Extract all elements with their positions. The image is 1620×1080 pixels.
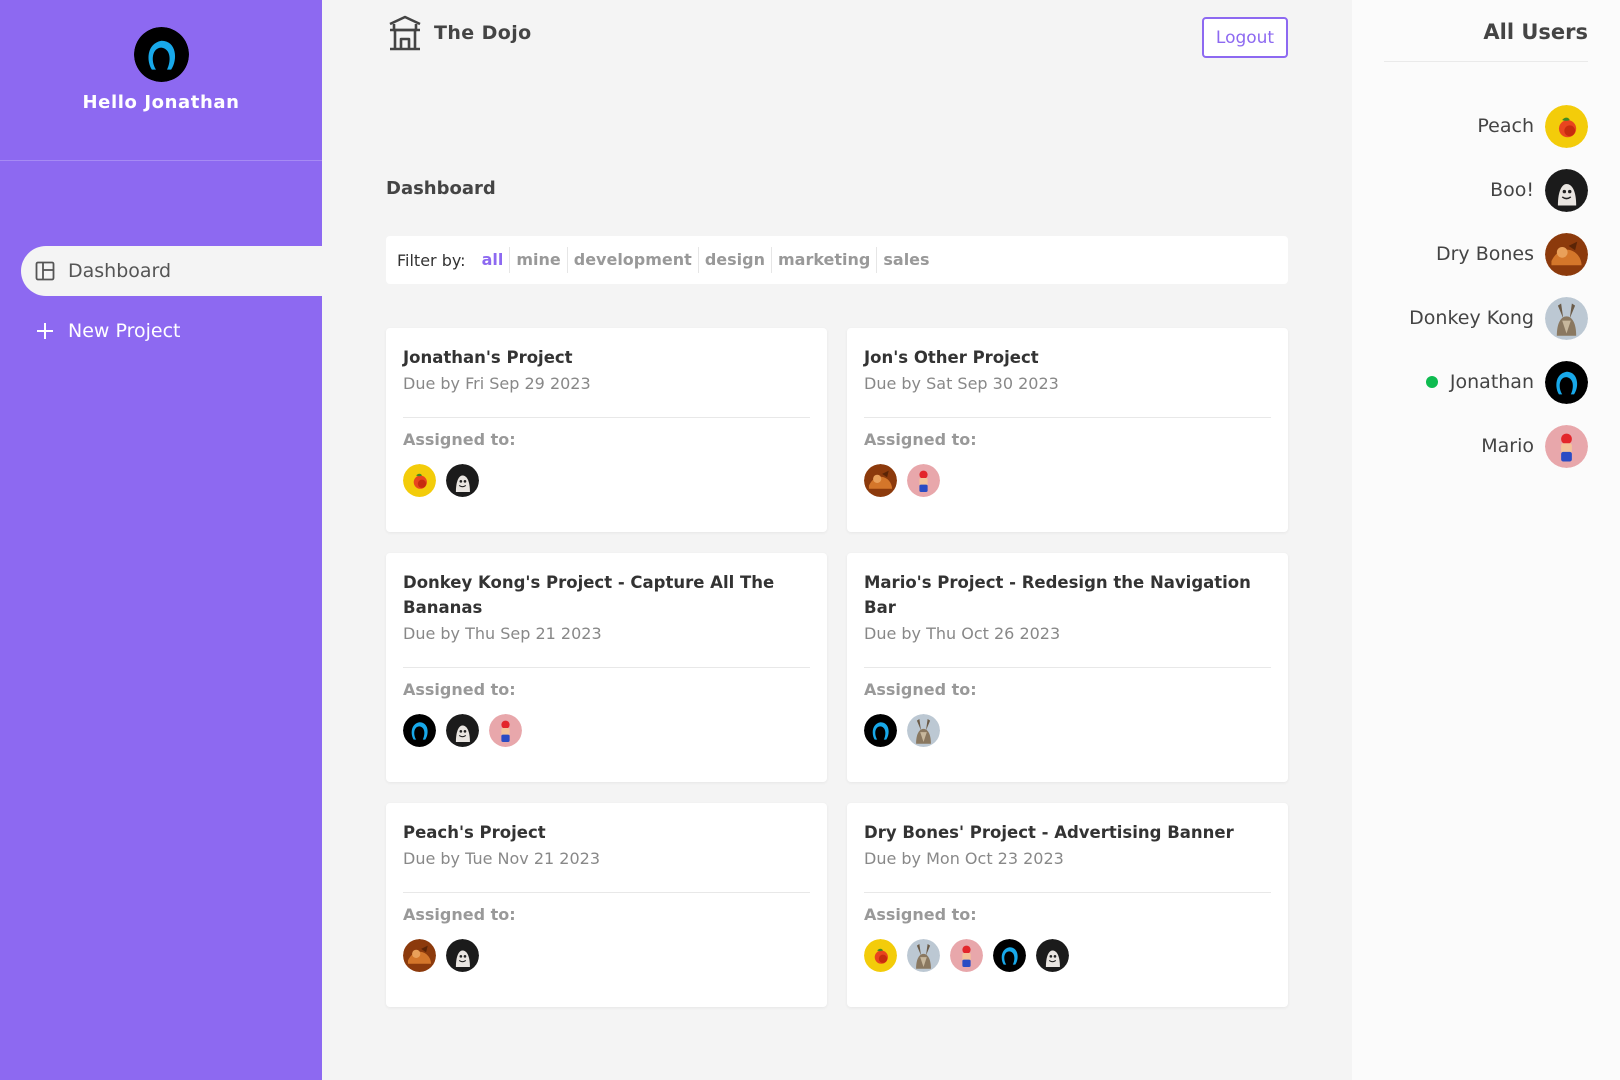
project-card[interactable]: Mario's Project - Redesign the Navigatio… <box>847 553 1288 782</box>
nav-dashboard-label: Dashboard <box>68 260 172 282</box>
filter-mine[interactable]: mine <box>510 247 568 273</box>
assignee-avatar <box>403 714 436 747</box>
card-divider <box>403 667 810 668</box>
user-avatar <box>1545 168 1588 212</box>
brand-name: The Dojo <box>434 22 532 44</box>
assignee-avatar <box>907 939 940 972</box>
assignee-avatar <box>993 939 1026 972</box>
card-divider <box>864 417 1271 418</box>
project-card[interactable]: Dry Bones' Project - Advertising Banner … <box>847 803 1288 1007</box>
brand: The Dojo <box>386 15 532 51</box>
project-due-date: Due by Mon Oct 23 2023 <box>864 849 1064 868</box>
sidebar-nav: Dashboard New Project <box>21 246 322 366</box>
user-avatar <box>1545 232 1588 276</box>
filter-all[interactable]: all <box>476 247 511 273</box>
nav-dashboard[interactable]: Dashboard <box>21 246 322 296</box>
user-name: Jonathan <box>1449 371 1534 393</box>
assigned-avatars <box>403 464 810 497</box>
assigned-avatars <box>403 939 810 972</box>
user-list-item: Dry Bones <box>1436 232 1588 276</box>
user-avatar <box>1545 104 1588 148</box>
assigned-avatars <box>864 939 1271 972</box>
assignee-avatar <box>1036 939 1069 972</box>
sidebar: Hello Jonathan Dashboard New Project <box>0 0 322 1080</box>
assignee-avatar <box>864 464 897 497</box>
user-name: Boo! <box>1490 179 1534 201</box>
card-divider <box>403 417 810 418</box>
assigned-label: Assigned to: <box>864 430 977 449</box>
plus-icon <box>35 321 55 341</box>
filter-marketing[interactable]: marketing <box>772 247 878 273</box>
filter-bar: Filter by: all mine development design m… <box>386 236 1288 284</box>
top-header: The Dojo Logout <box>386 0 1288 75</box>
page-title: Dashboard <box>386 178 496 199</box>
assigned-label: Assigned to: <box>864 905 977 924</box>
greeting: Hello Jonathan <box>82 92 240 113</box>
assignee-avatar <box>907 464 940 497</box>
assignee-avatar <box>864 939 897 972</box>
sidebar-user: Hello Jonathan <box>0 0 322 161</box>
project-title: Jonathan's Project <box>403 348 573 367</box>
card-divider <box>864 667 1271 668</box>
user-list-item: Peach <box>1477 104 1588 148</box>
assigned-label: Assigned to: <box>403 430 516 449</box>
user-list-item: Donkey Kong <box>1409 296 1588 340</box>
project-due-date: Due by Fri Sep 29 2023 <box>403 374 591 393</box>
project-title: Dry Bones' Project - Advertising Banner <box>864 823 1234 842</box>
filter-sales[interactable]: sales <box>877 247 935 273</box>
project-card[interactable]: Jonathan's Project Due by Fri Sep 29 202… <box>386 328 827 532</box>
user-name: Peach <box>1477 115 1534 137</box>
project-due-date: Due by Sat Sep 30 2023 <box>864 374 1059 393</box>
dashboard-icon <box>35 261 55 281</box>
project-due-date: Due by Tue Nov 21 2023 <box>403 849 600 868</box>
users-panel-title: All Users <box>1483 20 1588 44</box>
project-card[interactable]: Donkey Kong's Project - Capture All The … <box>386 553 827 782</box>
assigned-label: Assigned to: <box>864 680 977 699</box>
project-title: Mario's Project - Redesign the Navigatio… <box>864 573 1251 617</box>
user-list-item: Boo! <box>1490 168 1588 212</box>
users-divider <box>1384 61 1588 62</box>
project-title: Donkey Kong's Project - Capture All The … <box>403 573 775 617</box>
user-name: Donkey Kong <box>1409 307 1534 329</box>
user-avatar <box>1545 296 1588 340</box>
online-indicator <box>1425 376 1438 388</box>
assignee-avatar <box>950 939 983 972</box>
temple-icon <box>386 15 424 51</box>
assignee-avatar <box>403 464 436 497</box>
user-list-item: Jonathan <box>1425 360 1588 404</box>
filter-development[interactable]: development <box>568 247 699 273</box>
nav-new-project[interactable]: New Project <box>21 306 322 356</box>
current-user-avatar <box>133 27 189 82</box>
nav-new-project-label: New Project <box>68 320 181 342</box>
user-name: Dry Bones <box>1435 243 1534 265</box>
assigned-label: Assigned to: <box>403 680 516 699</box>
assignee-avatar <box>446 714 479 747</box>
assigned-avatars <box>864 464 1271 497</box>
assignee-avatar <box>446 939 479 972</box>
user-avatar <box>1545 424 1588 468</box>
card-divider <box>403 892 810 893</box>
assignee-avatar <box>864 714 897 747</box>
assignee-avatar <box>489 714 522 747</box>
assigned-avatars <box>403 714 810 747</box>
logout-button[interactable]: Logout <box>1202 17 1288 58</box>
assigned-avatars <box>864 714 1271 747</box>
users-panel: All Users Peach Boo! Dry Bones Donkey Kong J… <box>1352 0 1620 1080</box>
user-name: Mario <box>1481 435 1534 457</box>
assigned-label: Assigned to: <box>403 905 516 924</box>
project-title: Peach's Project <box>403 823 546 842</box>
project-card[interactable]: Jon's Other Project Due by Sat Sep 30 20… <box>847 328 1288 532</box>
project-card[interactable]: Peach's Project Due by Tue Nov 21 2023 A… <box>386 803 827 1007</box>
project-due-date: Due by Thu Oct 26 2023 <box>864 624 1061 643</box>
filter-design[interactable]: design <box>699 247 772 273</box>
filter-label: Filter by: <box>397 250 466 270</box>
project-title: Jon's Other Project <box>864 348 1039 367</box>
user-list-item: Mario <box>1481 424 1588 468</box>
project-due-date: Due by Thu Sep 21 2023 <box>403 624 602 643</box>
assignee-avatar <box>403 939 436 972</box>
assignee-avatar <box>446 464 479 497</box>
user-avatar <box>1545 360 1588 404</box>
assignee-avatar <box>907 714 940 747</box>
card-divider <box>864 892 1271 893</box>
